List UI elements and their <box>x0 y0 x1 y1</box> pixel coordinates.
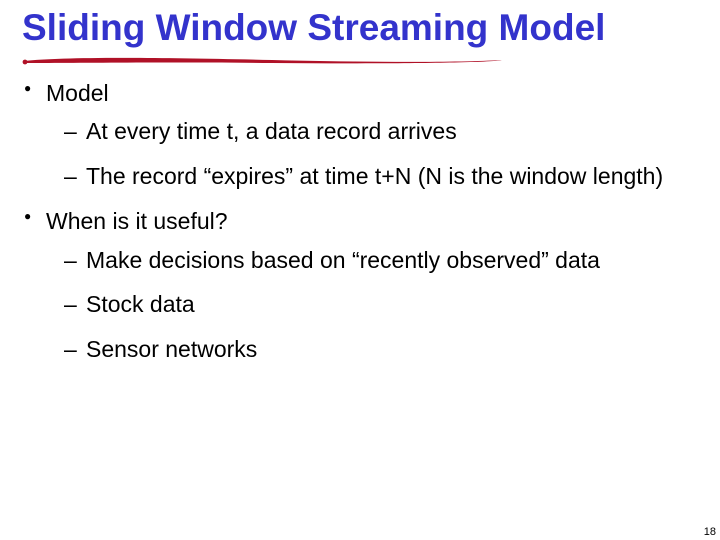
slide-title: Sliding Window Streaming Model <box>22 8 698 49</box>
subbullet: The record “expires” at time t+N (N is t… <box>46 162 698 191</box>
bullet-model: Model At every time t, a data record arr… <box>22 79 698 191</box>
slide: Sliding Window Streaming Model Model At … <box>0 0 720 540</box>
subbullet: Make decisions based on “recently observ… <box>46 246 698 275</box>
title-underline <box>22 55 698 65</box>
subbullet: At every time t, a data record arrives <box>46 117 698 146</box>
subbullet: Sensor networks <box>46 335 698 364</box>
brushstroke-icon <box>22 55 522 65</box>
bullet-label: Model <box>46 80 109 106</box>
slide-body: Model At every time t, a data record arr… <box>22 79 698 364</box>
subbullet: Stock data <box>46 290 698 319</box>
page-number: 18 <box>704 526 716 538</box>
bullet-label: When is it useful? <box>46 208 228 234</box>
bullet-useful: When is it useful? Make decisions based … <box>22 207 698 364</box>
